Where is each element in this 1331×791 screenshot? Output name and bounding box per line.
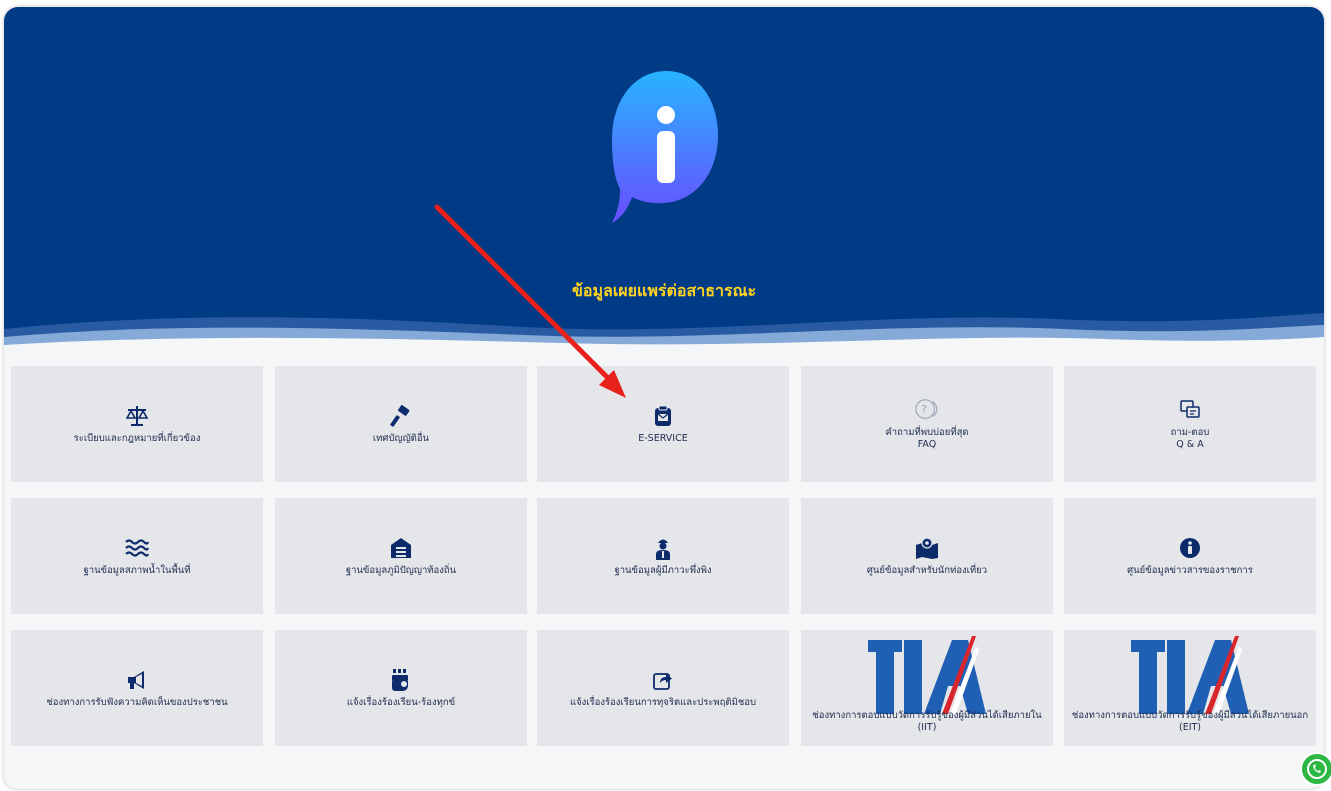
tile-label: แจ้งเรื่องร้องเรียน-ร้องทุกข์ [346, 697, 456, 708]
tile-label: ถาม-ตอบ [1170, 427, 1210, 438]
tile-label: ฐานข้อมูลสภาพน้ำในพื้นที่ [83, 565, 191, 576]
tile-faq[interactable]: ? คำถามที่พบบ่อยที่สุด FAQ [801, 366, 1053, 482]
map-pin-icon [914, 535, 940, 561]
tile-local-wisdom-database[interactable]: ฐานข้อมูลภูมิปัญญาท้องถิ่น [275, 498, 527, 614]
water-icon [124, 535, 150, 561]
tile-label: ฐานข้อมูลผู้มีภาวะพึ่งพิง [614, 565, 712, 576]
tile-label: คำถามที่พบบ่อยที่สุด [885, 427, 969, 438]
tile-label: ช่องทางการตอบแบบวัดการรับรู้ของผู้มีส่วน… [1071, 710, 1309, 721]
question-bubble-icon: ? [914, 397, 940, 423]
tile-label: ฐานข้อมูลภูมิปัญญาท้องถิ่น [345, 565, 457, 576]
tile-label: เทศบัญญัติอื่น [372, 433, 430, 444]
tile-label: แจ้งเรื่องร้องเรียนการทุจริตและประพฤติมิ… [569, 697, 757, 708]
warehouse-icon [388, 535, 414, 561]
tile-tourist-info[interactable]: ศูนย์ข้อมูลสำหรับนักท่องเที่ยว [801, 498, 1053, 614]
ita-logo [1131, 636, 1249, 714]
clipboard-envelope-icon [650, 403, 676, 429]
tile-label: ช่องทางการรับฟังความคิดเห็นของประชาชน [46, 697, 228, 708]
tile-label: E-SERVICE [638, 433, 688, 444]
page-frame: ข้อมูลเผยแพร่ต่อสาธารณะ ระเบียบและกฎหมาย… [4, 7, 1324, 789]
tile-official-info[interactable]: ศูนย์ข้อมูลข่าวสารของราชการ [1064, 498, 1316, 614]
chat-bubbles-icon [1177, 397, 1203, 423]
tile-sublabel: FAQ [917, 439, 937, 450]
tile-corruption-complaints[interactable]: แจ้งเรื่องร้องเรียนการทุจริตและประพฤติมิ… [537, 630, 789, 746]
tile-complaints[interactable]: แจ้งเรื่องร้องเรียน-ร้องทุกข์ [275, 630, 527, 746]
tile-qa[interactable]: ถาม-ตอบ Q & A [1064, 366, 1316, 482]
tile-label: ศูนย์ข้อมูลข่าวสารของราชการ [1127, 565, 1253, 576]
scale-icon [124, 403, 150, 429]
tile-e-service[interactable]: E-SERVICE [537, 366, 789, 482]
tile-dependent-database[interactable]: ฐานข้อมูลผู้มีภาวะพึ่งพิง [537, 498, 789, 614]
info-circle-icon [1177, 535, 1203, 561]
menu-grid: ระเบียบและกฎหมายที่เกี่ยวข้อง เทศบัญญัติ… [11, 366, 1321, 756]
hero-waves [4, 313, 1324, 359]
svg-text:?: ? [921, 405, 926, 416]
fist-icon [388, 667, 414, 693]
tile-label: ศูนย์ข้อมูลสำหรับนักท่องเที่ยว [866, 565, 988, 576]
share-icon [650, 667, 676, 693]
tile-public-opinion[interactable]: ช่องทางการรับฟังความคิดเห็นของประชาชน [11, 630, 263, 746]
tile-sublabel: Q & A [1176, 439, 1204, 450]
tile-regulations[interactable]: ระเบียบและกฎหมายที่เกี่ยวข้อง [11, 366, 263, 482]
tile-label: ช่องทางการตอบแบบวัดการรับรู้ของผู้มีส่วน… [812, 710, 1042, 733]
hero-banner: ข้อมูลเผยแพร่ต่อสาธารณะ [4, 7, 1324, 359]
ita-logo [868, 636, 986, 714]
tile-ita-iit[interactable]: ช่องทางการตอบแบบวัดการรับรู้ของผู้มีส่วน… [801, 630, 1053, 746]
tile-sublabel: (EIT) [1178, 722, 1202, 733]
tile-ordinances[interactable]: เทศบัญญัติอื่น [275, 366, 527, 482]
megaphone-icon [124, 667, 150, 693]
tile-label: ระเบียบและกฎหมายที่เกี่ยวข้อง [73, 433, 201, 444]
tile-ita-eit[interactable]: ช่องทางการตอบแบบวัดการรับรู้ของผู้มีส่วน… [1064, 630, 1316, 746]
info-bubble-icon [612, 71, 718, 223]
gavel-icon [388, 403, 414, 429]
tile-water-database[interactable]: ฐานข้อมูลสภาพน้ำในพื้นที่ [11, 498, 263, 614]
worker-icon [650, 535, 676, 561]
whatsapp-icon[interactable] [1300, 752, 1331, 786]
